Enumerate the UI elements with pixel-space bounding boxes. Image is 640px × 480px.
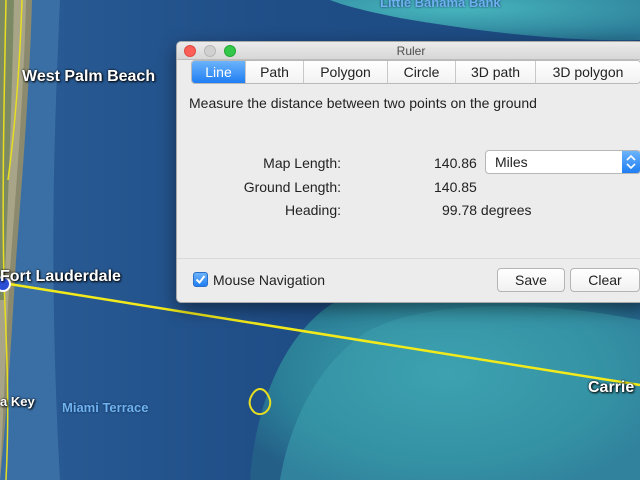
units-selected-value: Miles (495, 154, 528, 170)
tab-line[interactable]: Line (192, 61, 246, 83)
mouse-navigation-checkbox[interactable] (193, 272, 208, 287)
map-label-little-bahama-bank: Little Bahama Bank (380, 0, 501, 10)
map-label-key: a Key (0, 394, 35, 409)
window-titlebar[interactable]: Ruler (177, 42, 640, 60)
minimize-window-button[interactable] (204, 45, 216, 57)
map-length-value: 140.86 (434, 155, 477, 171)
map-label-carries: Carrie (588, 379, 635, 396)
divider (177, 258, 640, 259)
map-label-fort-lauderdale: Fort Lauderdale (0, 268, 121, 285)
map-label-west-palm-beach: West Palm Beach (22, 68, 156, 85)
measurement-tabs: Line Path Polygon Circle 3D path 3D poly… (191, 60, 640, 84)
units-select[interactable]: Miles (485, 150, 640, 174)
updown-arrows-icon (622, 151, 640, 173)
tab-3d-path[interactable]: 3D path (456, 61, 536, 83)
clear-button[interactable]: Clear (570, 268, 640, 292)
zoom-window-button[interactable] (224, 45, 236, 57)
window-title: Ruler (396, 44, 426, 58)
tab-circle[interactable]: Circle (388, 61, 456, 83)
map-length-label: Map Length: (263, 155, 341, 171)
close-window-button[interactable] (184, 45, 196, 57)
heading-label: Heading: (284, 202, 341, 218)
tab-3d-polygon[interactable]: 3D polygon (536, 61, 640, 83)
save-button[interactable]: Save (497, 268, 565, 292)
heading-value: 99.78 degrees (442, 202, 532, 218)
mouse-navigation-label[interactable]: Mouse Navigation (213, 272, 325, 288)
map-label-miami-terrace: Miami Terrace (62, 400, 149, 415)
measurement-description: Measure the distance between two points … (189, 95, 537, 111)
tab-path[interactable]: Path (246, 61, 304, 83)
ruler-window: Ruler Line Path Polygon Circle 3D path 3… (176, 41, 640, 303)
ground-length-value: 140.85 (434, 179, 477, 195)
checkmark-icon (195, 275, 206, 285)
tab-polygon[interactable]: Polygon (304, 61, 388, 83)
ground-length-label: Ground Length: (243, 179, 341, 195)
